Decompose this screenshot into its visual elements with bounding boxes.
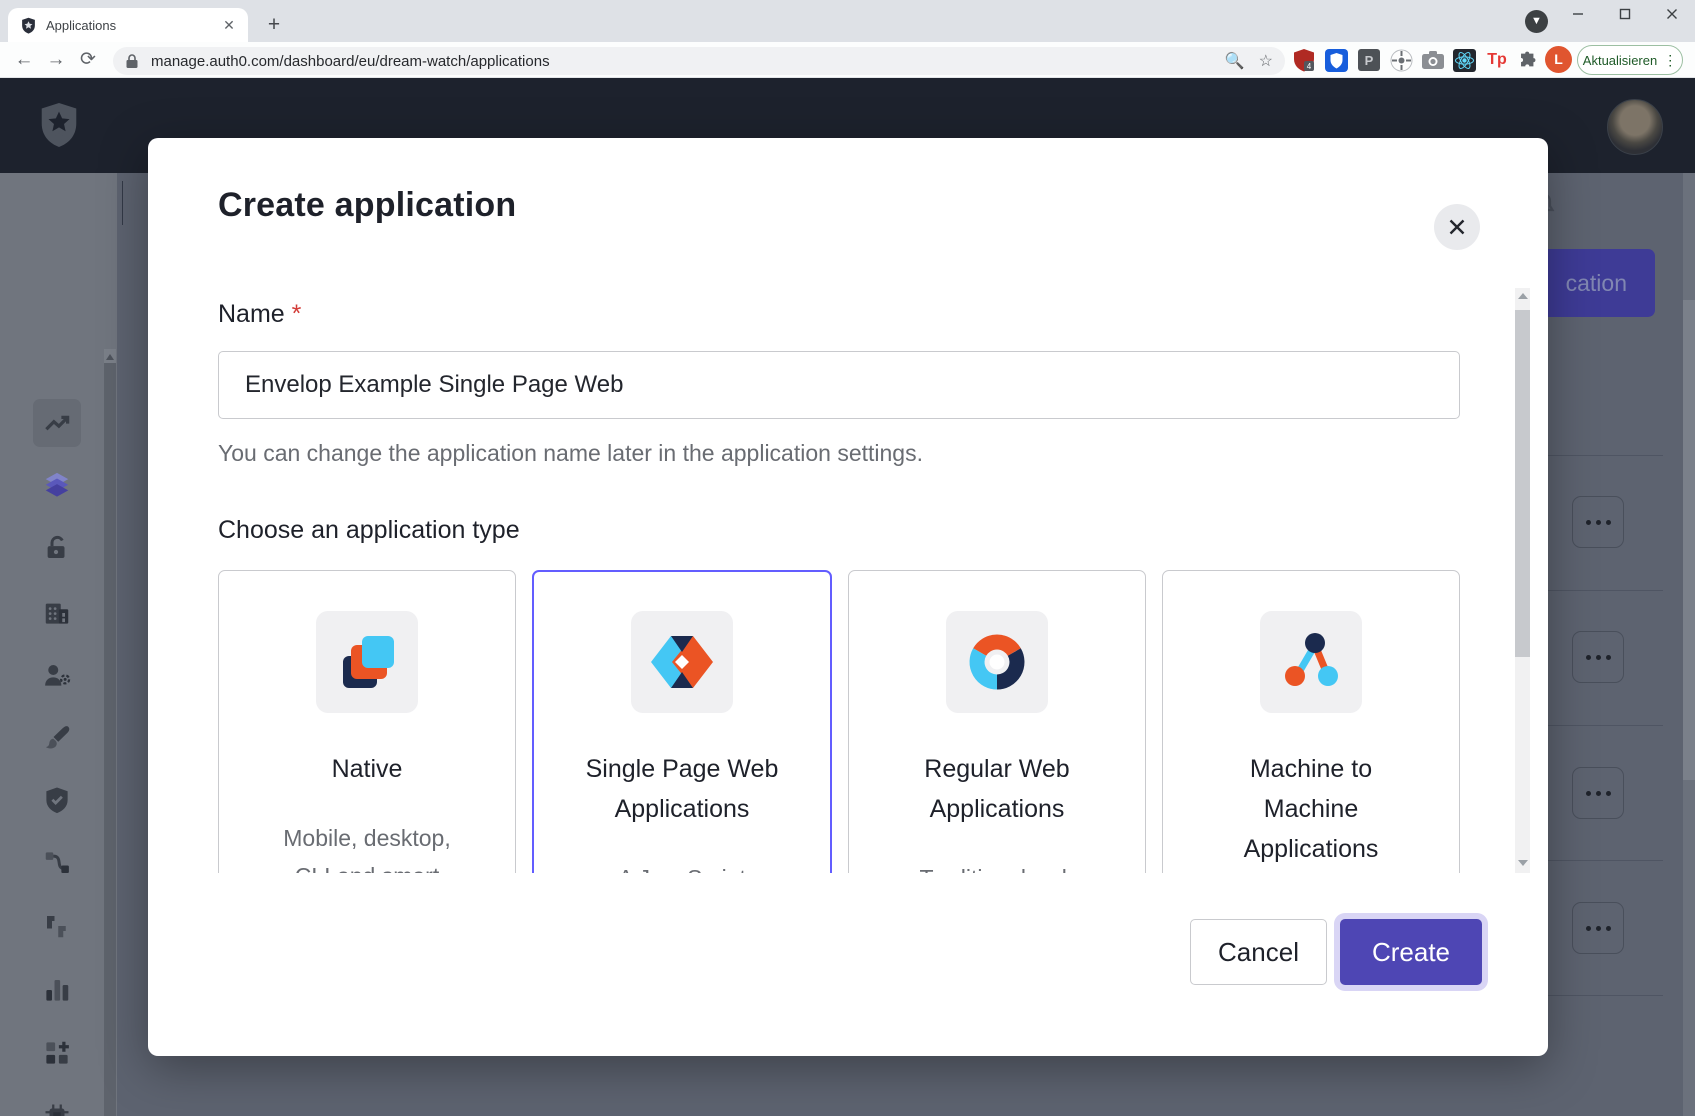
browser-update-button[interactable]: Aktualisieren ⋮	[1577, 45, 1683, 75]
m2m-icon-tile	[1260, 611, 1362, 713]
sidebar-item-auth-pipeline-icon[interactable]	[42, 911, 72, 941]
application-name-input[interactable]	[218, 351, 1460, 419]
user-avatar[interactable]	[1607, 99, 1663, 155]
table-row-divider	[1530, 455, 1663, 456]
sidebar-item-monitoring-icon[interactable]	[42, 975, 72, 1005]
machine-to-machine-icon	[1279, 630, 1343, 694]
card-title: Regular Web Applications	[849, 749, 1145, 829]
window-minimize-button[interactable]	[1571, 7, 1585, 21]
extensions-puzzle-icon[interactable]	[1513, 46, 1541, 74]
url-text: manage.auth0.com/dashboard/eu/dream-watc…	[151, 53, 1211, 70]
forward-button[interactable]: →	[42, 46, 70, 74]
cancel-button[interactable]: Cancel	[1190, 919, 1327, 985]
bookmark-star-icon[interactable]: ☆	[1259, 51, 1273, 71]
p-extension-icon[interactable]: P	[1355, 46, 1383, 74]
sidebar-item-authentication-icon[interactable]	[42, 533, 72, 563]
window-maximize-button[interactable]	[1618, 7, 1632, 21]
card-machine-to-machine[interactable]: Machine to Machine Applications	[1162, 570, 1460, 873]
browser-tab[interactable]: Applications ✕	[8, 8, 248, 42]
table-row-divider	[1530, 590, 1663, 591]
modal-close-button[interactable]	[1434, 204, 1480, 250]
browser-chevron-icon[interactable]: ▼	[1525, 10, 1548, 33]
svg-text:P: P	[1365, 53, 1374, 68]
sidebar-item-user-management-icon[interactable]	[42, 660, 72, 690]
update-label: Aktualisieren	[1583, 53, 1657, 68]
card-title: Single Page Web Applications	[534, 749, 830, 829]
tab-title: Applications	[46, 18, 220, 33]
window-close-button[interactable]	[1665, 7, 1679, 21]
create-application-modal: Create application Name * You can change…	[148, 138, 1548, 1056]
native-icon	[335, 630, 399, 694]
sidebar-item-actions-icon[interactable]	[42, 848, 72, 878]
reload-button[interactable]: ⟳	[74, 46, 102, 74]
address-bar[interactable]: manage.auth0.com/dashboard/eu/dream-watc…	[113, 47, 1285, 75]
single-page-app-icon	[650, 630, 714, 694]
card-description: A JavaScript	[534, 859, 830, 873]
table-row-divider	[1530, 860, 1663, 861]
regular-web-icon-tile	[946, 611, 1048, 713]
tp-extension-icon[interactable]: Tp	[1483, 46, 1511, 74]
name-help-text: You can change the application name late…	[218, 440, 923, 467]
browser-profile-avatar[interactable]: L	[1545, 46, 1572, 73]
table-row-divider	[1530, 725, 1663, 726]
crosshair-extension-icon[interactable]	[1387, 46, 1415, 74]
table-row-divider	[1530, 995, 1663, 996]
spa-icon-tile	[631, 611, 733, 713]
row-menu-button[interactable]	[1572, 631, 1624, 683]
zoom-page-icon[interactable]: 🔍	[1225, 51, 1245, 71]
bitwarden-extension-icon[interactable]	[1322, 46, 1350, 74]
name-label-text: Name	[218, 300, 285, 328]
sidebar-item-branding-icon[interactable]	[42, 723, 72, 753]
card-regular-web[interactable]: Regular Web Applications Traditional web	[848, 570, 1146, 873]
required-asterisk: *	[292, 300, 302, 328]
modal-title: Create application	[218, 186, 516, 225]
modal-scrollbar-thumb[interactable]	[1515, 310, 1530, 657]
back-button[interactable]: ←	[10, 46, 38, 74]
card-description: Traditional web	[849, 859, 1145, 873]
sidebar-scrollbar-thumb[interactable]	[104, 363, 116, 1116]
sidebar-item-activity-icon[interactable]	[42, 408, 72, 438]
application-type-label: Choose an application type	[218, 516, 520, 545]
card-native[interactable]: Native Mobile, desktop, CLI and smart	[218, 570, 516, 873]
row-menu-button[interactable]	[1572, 902, 1624, 954]
card-title: Native	[219, 749, 515, 789]
card-title: Machine to Machine Applications	[1163, 749, 1459, 869]
react-devtools-extension-icon[interactable]	[1450, 46, 1478, 74]
row-menu-button[interactable]	[1572, 767, 1624, 819]
sidebar-scroll-up-icon[interactable]	[106, 354, 114, 360]
sidebar-item-applications-icon[interactable]	[42, 471, 72, 501]
modal-scroll-viewport: Name * You can change the application na…	[148, 270, 1530, 873]
camera-extension-icon[interactable]	[1419, 46, 1447, 74]
regular-web-app-icon	[965, 630, 1029, 694]
sidebar-item-security-icon[interactable]	[42, 785, 72, 815]
modal-scroll-up-icon[interactable]	[1518, 293, 1528, 299]
name-field-label: Name *	[218, 300, 301, 329]
browser-tab-bar: Applications ✕ + ▼	[0, 0, 1695, 42]
card-single-page-web[interactable]: Single Page Web Applications A JavaScrip…	[532, 570, 832, 873]
sidebar-item-extensions-icon[interactable]	[42, 1101, 72, 1116]
application-type-cards: Native Mobile, desktop, CLI and smart	[218, 570, 1460, 873]
modal-scroll-down-icon[interactable]	[1518, 860, 1528, 866]
kebab-menu-icon: ⋮	[1663, 52, 1677, 69]
native-icon-tile	[316, 611, 418, 713]
row-menu-button[interactable]	[1572, 496, 1624, 548]
screen: Applications ✕ + ▼ ← → ⟳ manage.auth0.co…	[0, 0, 1695, 1116]
ublock-badge: 4	[1307, 62, 1312, 71]
card-description: Mobile, desktop, CLI and smart	[219, 819, 515, 873]
auth0-logo-icon	[40, 103, 78, 147]
create-button[interactable]: Create	[1340, 919, 1482, 985]
padlock-icon	[125, 53, 139, 69]
ublock-extension-icon[interactable]: 4	[1290, 46, 1318, 74]
sidebar-item-marketplace-icon[interactable]	[42, 1038, 72, 1068]
auth0-favicon-icon	[20, 17, 37, 34]
sidebar-item-organizations-icon[interactable]	[42, 598, 72, 628]
page-scrollbar-thumb[interactable]	[1683, 300, 1695, 780]
tab-close-icon[interactable]: ✕	[220, 16, 238, 34]
header-divider	[122, 181, 123, 225]
sidebar-nav: ?	[0, 173, 117, 1116]
close-icon	[1447, 217, 1467, 237]
new-tab-button[interactable]: +	[262, 13, 286, 37]
